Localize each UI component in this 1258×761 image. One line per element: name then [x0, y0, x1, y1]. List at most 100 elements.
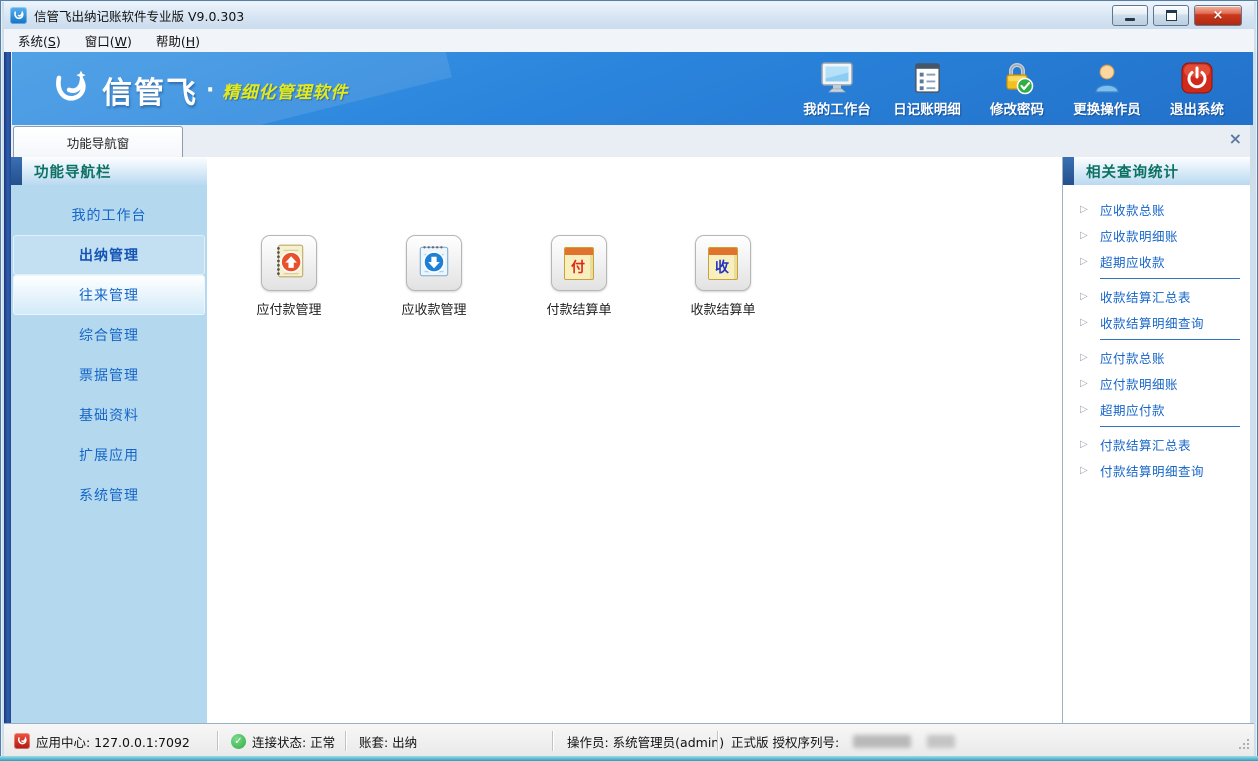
brand-separator: ·: [206, 78, 214, 103]
menu-window[interactable]: 窗口(W): [75, 28, 142, 53]
resize-grip[interactable]: [1238, 735, 1250, 754]
query-receipt-settlement-detail[interactable]: ▷收款结算明细查询: [1063, 309, 1250, 335]
function-nav-title: 功能导航栏: [22, 161, 112, 182]
query-payment-settlement-detail[interactable]: ▷付款结算明细查询: [1063, 457, 1250, 483]
triangle-bullet-icon: ▷: [1080, 204, 1100, 215]
sidebar-item-basic-data[interactable]: 基础资料: [13, 395, 205, 435]
minimize-icon: [1125, 18, 1135, 21]
main-workspace: 应付款管理 应收款管理 付 付款结算单: [207, 157, 1062, 723]
query-receivable-detail-ledger[interactable]: ▷应收款明细账: [1063, 222, 1250, 248]
related-query-panel: 相关查询统计 ▷应收款总账 ▷应收款明细账 ▷超期应收款 ▷收款结算汇总表 ▷收…: [1062, 157, 1250, 723]
triangle-bullet-icon: ▷: [1080, 378, 1100, 389]
license-serial-redacted: [853, 735, 911, 748]
query-overdue-receivables[interactable]: ▷超期应收款: [1063, 248, 1250, 274]
tab-close-icon[interactable]: ×: [1229, 131, 1242, 147]
connection-status: ✓ 连接状态: 正常: [231, 724, 335, 758]
menu-help[interactable]: 帮助(H): [146, 28, 210, 53]
power-icon: [1180, 59, 1214, 95]
switch-operator-button[interactable]: 更换操作员: [1067, 59, 1147, 118]
close-icon: ×: [1213, 9, 1224, 22]
triangle-bullet-icon: ▷: [1080, 291, 1100, 302]
receivable-notebook-icon: [415, 242, 453, 284]
sidebar-item-extended-apps[interactable]: 扩展应用: [13, 435, 205, 475]
query-payable-detail-ledger[interactable]: ▷应付款明细账: [1063, 370, 1250, 396]
connection-text: 连接状态: 正常: [252, 732, 335, 751]
shortcut-receivable-management[interactable]: 应收款管理: [379, 235, 489, 318]
menu-system[interactable]: 系统(S): [8, 28, 71, 53]
triangle-bullet-icon: ▷: [1080, 352, 1100, 363]
triangle-bullet-icon: ▷: [1080, 317, 1100, 328]
status-separator: [717, 731, 719, 751]
shortcut-payment-settlement[interactable]: 付 付款结算单: [524, 235, 634, 318]
minimize-button[interactable]: [1112, 5, 1148, 26]
group-divider: [1100, 278, 1240, 279]
group-divider: [1100, 339, 1240, 340]
status-separator: [552, 731, 554, 751]
status-bar: 应用中心: 127.0.0.1:7092 ✓ 连接状态: 正常 账套: 出纳 操…: [4, 723, 1254, 758]
close-button[interactable]: ×: [1194, 5, 1242, 26]
query-receivable-general-ledger[interactable]: ▷应收款总账: [1063, 196, 1250, 222]
panel-accent-bar: [1063, 157, 1074, 185]
triangle-bullet-icon: ▷: [1080, 230, 1100, 241]
brand-logo-icon: [48, 66, 92, 114]
query-receipt-settlement-summary[interactable]: ▷收款结算汇总表: [1063, 283, 1250, 309]
sidebar-item-cashier-management[interactable]: 出纳管理: [13, 235, 205, 275]
status-separator: [345, 731, 347, 751]
triangle-bullet-icon: ▷: [1080, 439, 1100, 450]
operator-status: 操作员: 系统管理员(admin): [567, 724, 724, 758]
app-logo-icon: [10, 7, 27, 24]
window-title: 信管飞出纳记账软件专业版 V9.0.303: [34, 6, 244, 25]
lock-icon: [1000, 59, 1034, 95]
menu-bar: 系统(S) 窗口(W) 帮助(H): [4, 29, 1254, 53]
panel-accent-bar: [11, 157, 22, 185]
title-bar: 信管飞出纳记账软件专业版 V9.0.303 ×: [4, 1, 1254, 29]
restore-button[interactable]: [1153, 5, 1189, 26]
function-nav-sidebar: 我的工作台 出纳管理 往来管理 综合管理 票据管理 基础资料 扩展应用 系统管理: [11, 185, 207, 723]
query-payment-settlement-summary[interactable]: ▷付款结算汇总表: [1063, 431, 1250, 457]
receipt-slip-icon: 收: [708, 247, 738, 280]
payable-notebook-icon: [270, 242, 308, 284]
query-overdue-payables[interactable]: ▷超期应付款: [1063, 396, 1250, 422]
operator-icon: [1090, 59, 1124, 95]
my-workbench-button[interactable]: 我的工作台: [797, 59, 877, 118]
journal-detail-button[interactable]: 日记账明细: [887, 59, 967, 118]
restore-icon: [1166, 10, 1177, 21]
triangle-bullet-icon: ▷: [1080, 404, 1100, 415]
related-query-title: 相关查询统计: [1074, 161, 1179, 182]
license-serial-redacted: [927, 735, 955, 748]
app-header: 信管飞 · 精细化管理软件 我的工作台: [4, 52, 1253, 125]
brand: 信管飞 · 精细化管理软件: [48, 66, 348, 114]
tab-strip: 功能导航窗 ×: [11, 125, 1250, 157]
change-password-button[interactable]: 修改密码: [977, 59, 1057, 118]
window-bottom-edge: [0, 756, 1258, 761]
account-set-status: 账套: 出纳: [359, 724, 417, 758]
exit-system-button[interactable]: 退出系统: [1157, 59, 1237, 118]
license-status: 正式版 授权序列号:: [731, 724, 955, 758]
app-center-icon: [14, 733, 30, 749]
related-query-header: 相关查询统计: [1063, 157, 1250, 185]
sidebar-item-my-workbench[interactable]: 我的工作台: [13, 195, 205, 235]
sidebar-item-system-management[interactable]: 系统管理: [13, 475, 205, 515]
status-separator: [217, 731, 219, 751]
app-center-text: 应用中心: 127.0.0.1:7092: [36, 732, 190, 751]
shortcut-receipt-settlement[interactable]: 收 收款结算单: [668, 235, 778, 318]
monitor-icon: [819, 59, 855, 95]
account-set-text: 账套: 出纳: [359, 732, 417, 751]
group-divider: [1100, 426, 1240, 427]
brand-name: 信管飞: [102, 68, 198, 112]
sidebar-item-current-accounts[interactable]: 往来管理: [13, 275, 205, 315]
connection-ok-icon: ✓: [231, 734, 246, 749]
license-text: 正式版 授权序列号:: [731, 732, 839, 751]
triangle-bullet-icon: ▷: [1080, 465, 1100, 476]
journal-icon: [911, 59, 944, 95]
brand-tagline: 精细化管理软件: [222, 78, 348, 103]
operator-text: 操作员: 系统管理员(admin): [567, 732, 724, 751]
tab-function-navigator[interactable]: 功能导航窗: [13, 126, 183, 158]
sidebar-item-comprehensive-management[interactable]: 综合管理: [13, 315, 205, 355]
sidebar-item-bill-management[interactable]: 票据管理: [13, 355, 205, 395]
query-payable-general-ledger[interactable]: ▷应付款总账: [1063, 344, 1250, 370]
payment-slip-icon: 付: [564, 247, 594, 280]
shortcut-payable-management[interactable]: 应付款管理: [234, 235, 344, 318]
app-center-status: 应用中心: 127.0.0.1:7092: [14, 724, 190, 758]
triangle-bullet-icon: ▷: [1080, 256, 1100, 267]
